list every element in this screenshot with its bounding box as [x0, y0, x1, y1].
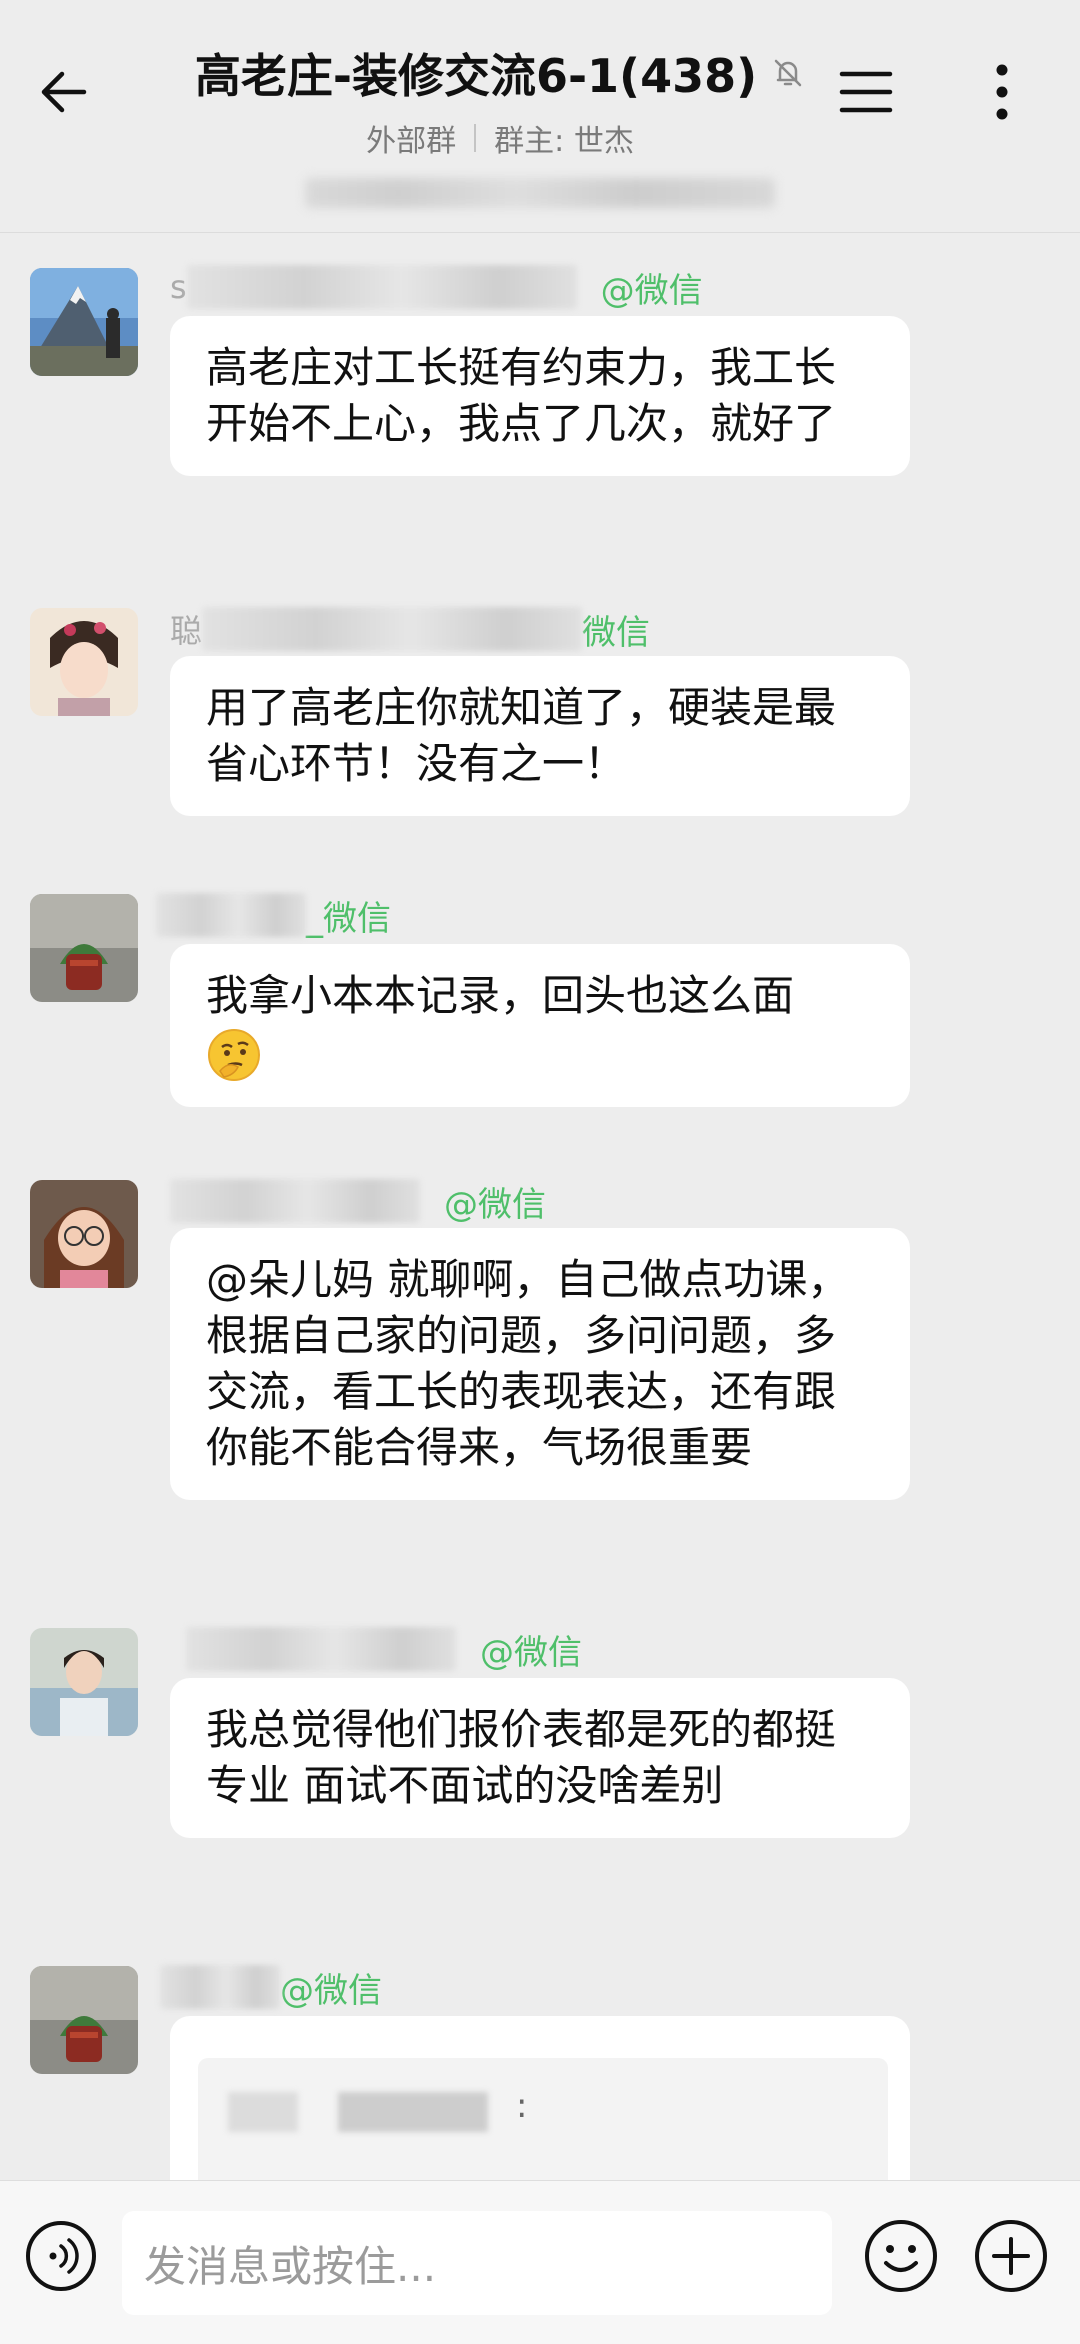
hamburger-icon — [839, 71, 893, 113]
wechat-source-tag: @微信 — [444, 1184, 546, 1225]
sender-name-redacted — [170, 1179, 420, 1223]
wechat-source-tag: _微信 — [306, 898, 391, 939]
sender-name-redacted — [156, 893, 306, 937]
header-divider — [0, 232, 1080, 233]
group-menu-button[interactable] — [836, 62, 896, 122]
more-actions-button[interactable] — [972, 2217, 1050, 2295]
avatar[interactable] — [30, 608, 138, 716]
potted-plant-avatar-icon — [30, 894, 138, 1002]
thinking-face-icon — [208, 1028, 260, 1081]
voice-icon — [26, 2221, 96, 2291]
voice-input-button[interactable] — [24, 2219, 98, 2293]
smiley-icon — [865, 2220, 937, 2292]
message-text: 我拿小本本记录，回头也这么面 — [206, 971, 795, 1020]
chat-title: 高老庄-装修交流6-1(438) — [194, 49, 758, 103]
message-input[interactable]: 发消息或按住... — [122, 2211, 832, 2315]
group-type-label: 外部群 — [366, 124, 457, 159]
more-options-button[interactable] — [982, 62, 1022, 122]
sender-row: @微信 — [160, 1962, 382, 2012]
group-owner-label: 群主: 世杰 — [494, 124, 634, 159]
message-bubble[interactable]: 我拿小本本记录，回头也这么面 — [170, 944, 910, 1107]
sender-row: 聪 微信 — [170, 604, 650, 654]
plus-circle-icon — [975, 2220, 1047, 2292]
cartoon-girl-avatar-icon — [30, 1180, 138, 1288]
wechat-source-tag: 微信 — [582, 612, 651, 653]
avatar[interactable] — [30, 894, 138, 1002]
input-bar: 发消息或按住... — [0, 2180, 1080, 2344]
wechat-source-tag: @微信 — [280, 1970, 382, 2011]
sender-row: s @微信 — [170, 262, 703, 312]
avatar[interactable] — [30, 268, 138, 376]
sender-name-redacted — [186, 1627, 456, 1671]
potted-plant-avatar-icon — [30, 1966, 138, 2074]
quoted-text-redacted — [338, 2092, 488, 2132]
wechat-source-tag: @微信 — [600, 270, 703, 311]
quoted-name-redacted — [228, 2092, 298, 2132]
chat-header: 高老庄-装修交流6-1(438) 外部群 群主: 世杰 — [0, 0, 1080, 208]
sender-name-prefix: s — [170, 268, 187, 306]
subtitle-divider — [474, 124, 477, 152]
pinned-notice-redacted — [305, 178, 775, 208]
sender-name-redacted — [160, 1965, 280, 2009]
sender-name-prefix: 聪 — [170, 612, 203, 650]
wechat-source-tag: @微信 — [480, 1632, 582, 1673]
more-vertical-icon — [996, 64, 1008, 120]
photo-avatar-icon — [30, 1628, 138, 1736]
message-bubble[interactable]: 用了高老庄你就知道了，硬装是最省心环节！没有之一！ — [170, 656, 910, 816]
quoted-message[interactable]: : — [198, 2058, 888, 2198]
sender-name-redacted — [202, 607, 583, 651]
back-arrow-icon — [41, 71, 87, 113]
sender-row: @微信 — [170, 1624, 582, 1674]
avatar[interactable] — [30, 1966, 138, 2074]
sender-row: @微信 — [170, 1176, 546, 1226]
message-bubble[interactable]: 高老庄对工长挺有约束力，我工长开始不上心，我点了几次，就好了 — [170, 316, 910, 476]
avatar[interactable] — [30, 1180, 138, 1288]
message-bubble[interactable]: @朵儿妈 就聊啊，自己做点功课，根据自己家的问题，多问问题，多交流，看工长的表现… — [170, 1228, 910, 1500]
input-placeholder: 发消息或按住... — [144, 2241, 437, 2291]
avatar[interactable] — [30, 1628, 138, 1736]
title-block: 高老庄-装修交流6-1(438) 外部群 群主: 世杰 — [150, 40, 850, 160]
mountain-avatar-icon — [30, 268, 138, 376]
sender-name-redacted — [186, 265, 577, 309]
sender-row: _微信 — [156, 890, 391, 940]
quote-colon: : — [516, 2086, 528, 2126]
back-button[interactable] — [34, 62, 94, 122]
message-bubble[interactable]: 我总觉得他们报价表都是死的都挺专业 面试不面试的没啥差别 — [170, 1678, 910, 1838]
mute-bell-icon — [774, 59, 802, 87]
emoji-button[interactable] — [862, 2217, 940, 2295]
lady-avatar-icon — [30, 608, 138, 716]
